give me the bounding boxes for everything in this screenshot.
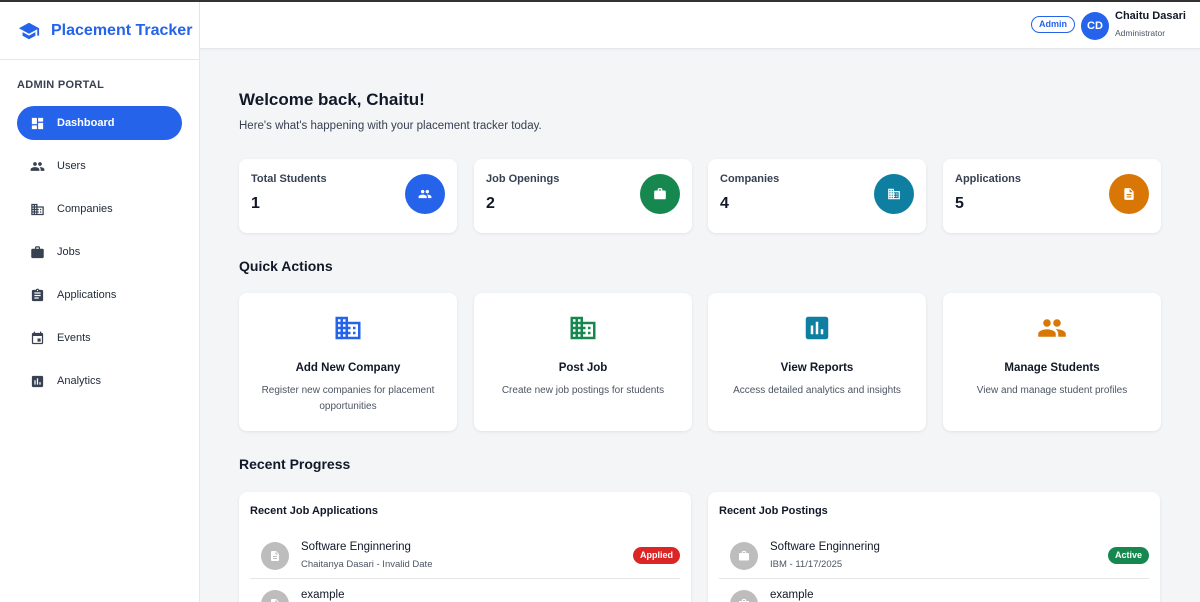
list-item[interactable]: Software Enginnering IBM - 11/17/2025 Ac… [719,535,1149,579]
chart-icon [30,374,45,389]
list-item[interactable]: example [719,583,1149,602]
card-description: Register new companies for placement opp… [261,385,435,412]
sidebar-item-label: Applications [57,289,117,301]
item-title: example [770,589,814,601]
avatar[interactable]: CD [1081,12,1109,40]
briefcase-icon [640,174,680,214]
stat-label: Applications [955,173,1022,185]
recent-progress-title: Recent Progress [239,456,351,472]
role-badge: Admin [1031,16,1075,33]
sidebar-item-events[interactable]: Events [17,321,182,355]
item-title: example [301,589,345,601]
people-icon [405,174,445,214]
sidebar-item-label: Dashboard [57,117,115,129]
sidebar-item-users[interactable]: Users [17,149,182,183]
list-item[interactable]: Software Enginnering Chaitanya Dasari - … [250,535,680,579]
card-description: Create new job postings for students [501,385,665,396]
sidebar-item-analytics[interactable]: Analytics [17,364,182,398]
sidebar: Placement Tracker ADMIN PORTAL Dashboard… [0,2,200,602]
stat-label: Total Students [251,173,327,185]
user-name[interactable]: Chaitu Dasari [1115,10,1186,22]
card-title: Recent Job Applications [250,505,378,517]
people-icon [30,159,45,174]
sidebar-item-label: Analytics [57,375,102,387]
sidebar-item-dashboard[interactable]: Dashboard [17,106,182,140]
building-icon [568,313,598,343]
briefcase-icon [730,590,758,602]
item-subtitle: Chaitanya Dasari - Invalid Date [301,559,433,570]
briefcase-icon [30,245,45,260]
stat-card-applications: Applications 5 [943,159,1161,233]
portal-label: ADMIN PORTAL [17,79,105,91]
user-role: Administrator [1115,28,1166,38]
sidebar-item-companies[interactable]: Companies [17,192,182,226]
stat-label: Companies [720,173,780,185]
card-description: View and manage student profiles [976,385,1128,396]
post-job-card[interactable]: Post Job Create new job postings for stu… [474,293,692,431]
sidebar-item-label: Companies [57,203,113,215]
card-title: View Reports [780,362,854,374]
card-title: Manage Students [1004,362,1100,374]
add-company-card[interactable]: Add New Company Register new companies f… [239,293,457,431]
manage-students-card[interactable]: Manage Students View and manage student … [943,293,1161,431]
top-header: Admin CD Chaitu Dasari Administrator [200,2,1200,49]
recent-applications-card: Recent Job Applications Software Enginne… [239,492,691,602]
stat-value: 4 [720,195,729,212]
stat-label: Job Openings [486,173,560,185]
stat-value: 5 [955,195,964,212]
building-icon [30,202,45,217]
item-title: Software Enginnering [301,541,411,553]
list-item[interactable]: example [250,583,680,602]
view-reports-card[interactable]: View Reports Access detailed analytics a… [708,293,926,431]
document-icon [1109,174,1149,214]
document-icon [261,542,289,570]
clipboard-icon [30,288,45,303]
brand[interactable]: Placement Tracker [0,2,199,60]
stat-value: 2 [486,195,495,212]
sidebar-item-applications[interactable]: Applications [17,278,182,312]
stat-card-total-students: Total Students 1 [239,159,457,233]
building-icon [333,313,363,343]
card-description: Access detailed analytics and insights [733,385,901,396]
status-badge: Active [1107,547,1149,564]
card-title: Post Job [558,362,608,374]
document-icon [261,590,289,602]
building-icon [874,174,914,214]
sidebar-item-label: Users [57,160,86,172]
recent-postings-card: Recent Job Postings Software Enginnering… [708,492,1160,602]
chart-icon [802,313,832,343]
card-title: Recent Job Postings [719,505,828,517]
sidebar-item-label: Jobs [57,246,81,258]
page-subtitle: Here's what's happening with your placem… [239,120,542,132]
status-badge: Applied [633,547,680,564]
sidebar-item-jobs[interactable]: Jobs [17,235,182,269]
sidebar-item-label: Events [57,332,91,344]
dashboard-icon [30,116,45,131]
people-icon [1037,313,1067,343]
item-subtitle: IBM - 11/17/2025 [770,559,843,570]
briefcase-icon [730,542,758,570]
sidebar-nav: Dashboard Users Companies Jobs Applicati… [0,106,199,398]
item-title: Software Enginnering [770,541,880,553]
quick-actions-title: Quick Actions [239,258,333,274]
stat-value: 1 [251,195,260,212]
brand-title: Placement Tracker [51,21,193,39]
page-title: Welcome back, Chaitu! [239,90,425,109]
graduation-cap-icon [18,22,40,39]
calendar-icon [30,331,45,346]
stat-card-companies: Companies 4 [708,159,926,233]
stat-card-job-openings: Job Openings 2 [474,159,692,233]
card-title: Add New Company [295,362,401,374]
